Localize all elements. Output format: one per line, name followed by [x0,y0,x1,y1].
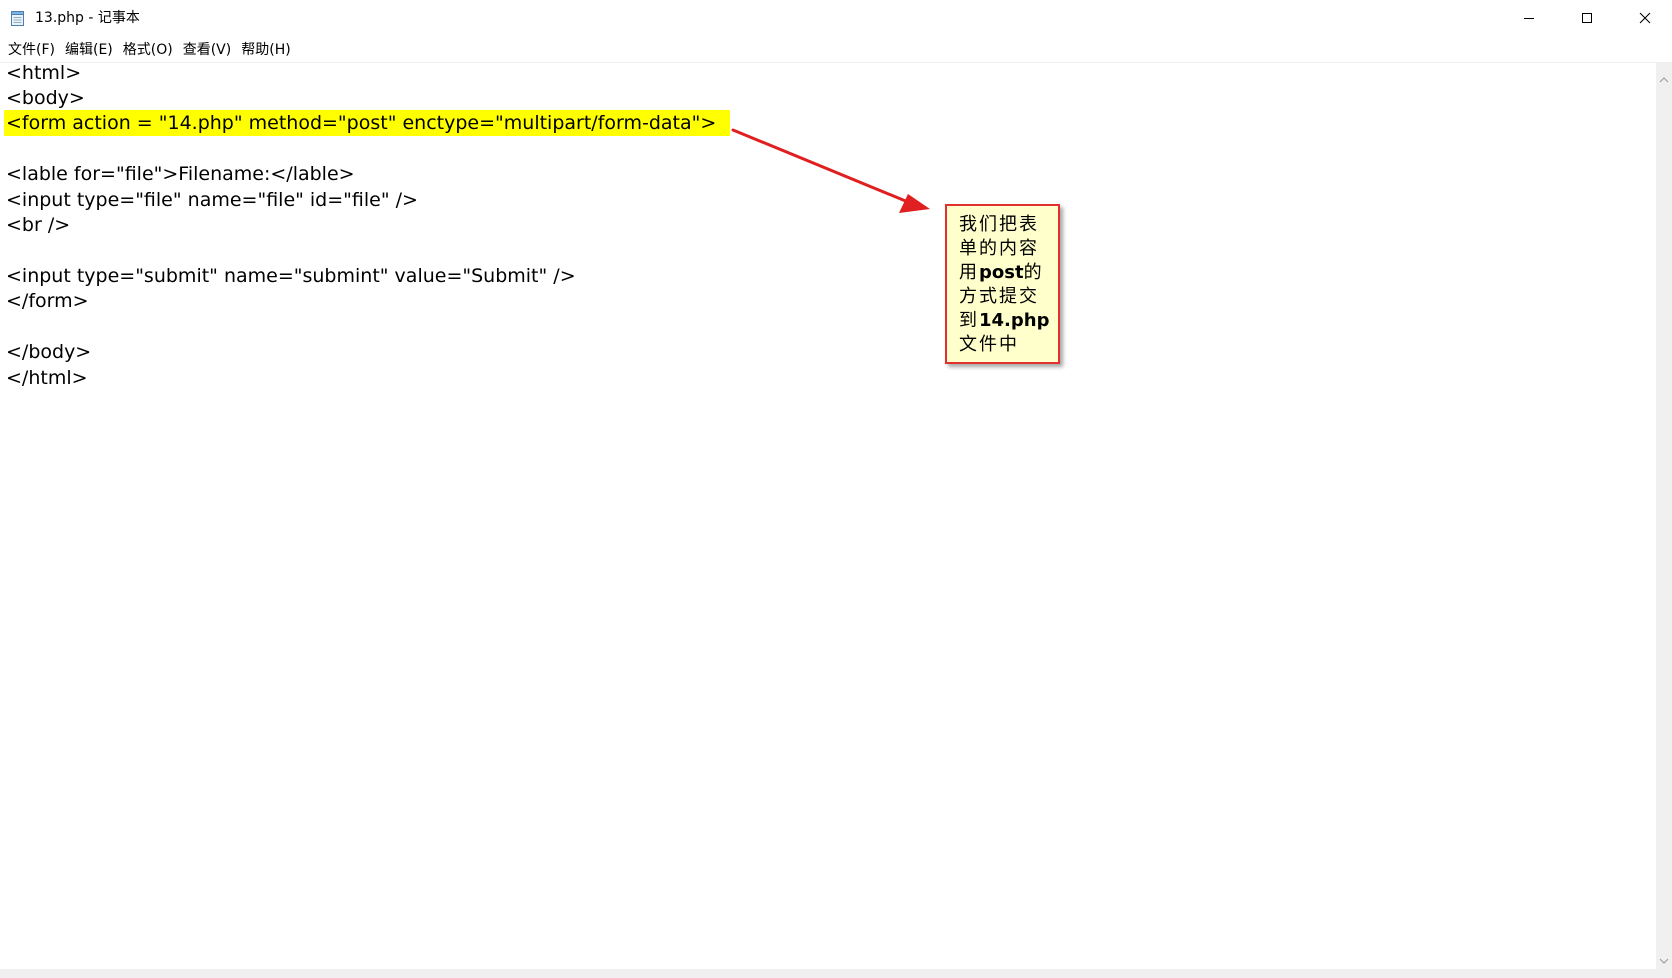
callout-line: 我们把表 [959,214,1039,235]
scroll-down-icon[interactable] [1659,950,1669,969]
maximize-icon [1581,9,1593,28]
horizontal-scrollbar[interactable] [0,969,1656,978]
annotation-callout: 我们把表 单的内容 用post的 方式提交 到14.php 文件中 [945,204,1060,364]
menu-file[interactable]: 文件(F) [4,40,59,60]
minimize-button[interactable] [1500,0,1558,36]
code-line: <input type="submit" name="submint" valu… [6,265,576,287]
text-editor[interactable]: <html> <body> <form action = "14.php" me… [0,63,1656,969]
window-title: 13.php - 记事本 [35,10,140,26]
code-line: <lable for="file">Filename:</lable> [6,163,355,185]
menu-format[interactable]: 格式(O) [119,40,177,60]
callout-line: 文件中 [959,334,1019,355]
code-line: <br /> [6,214,71,236]
scroll-up-icon[interactable] [1659,69,1669,88]
code-line: <html> [6,63,82,84]
code-line: <input type="file" name="file" id="file"… [6,189,418,211]
title-bar[interactable]: 13.php - 记事本 [0,0,1672,36]
callout-line: 到14.php [959,310,1050,331]
code-line: <body> [6,87,85,109]
code-line: </html> [6,367,88,389]
menu-view[interactable]: 查看(V) [179,40,236,60]
callout-line: 方式提交 [959,286,1039,307]
scrollbar-corner [1656,969,1672,978]
close-icon [1639,9,1651,28]
callout-line: 单的内容 [959,238,1039,259]
highlighted-code-line: <form action = "14.php" method="post" en… [4,110,731,136]
notepad-window: 13.php - 记事本 文件(F) 编辑(E) 格式(O) 查看(V) 帮助(… [0,0,1672,978]
code-line: </body> [6,341,92,363]
minimize-icon [1523,9,1535,28]
vertical-scrollbar[interactable] [1656,63,1672,969]
notepad-app-icon [10,9,26,27]
menu-edit[interactable]: 编辑(E) [61,40,117,60]
callout-line: 用post的 [959,262,1044,283]
close-button[interactable] [1616,0,1672,36]
code-line: </form> [6,290,89,312]
maximize-button[interactable] [1558,0,1616,36]
menu-bar: 文件(F) 编辑(E) 格式(O) 查看(V) 帮助(H) [0,38,1672,62]
menu-help[interactable]: 帮助(H) [237,40,294,60]
